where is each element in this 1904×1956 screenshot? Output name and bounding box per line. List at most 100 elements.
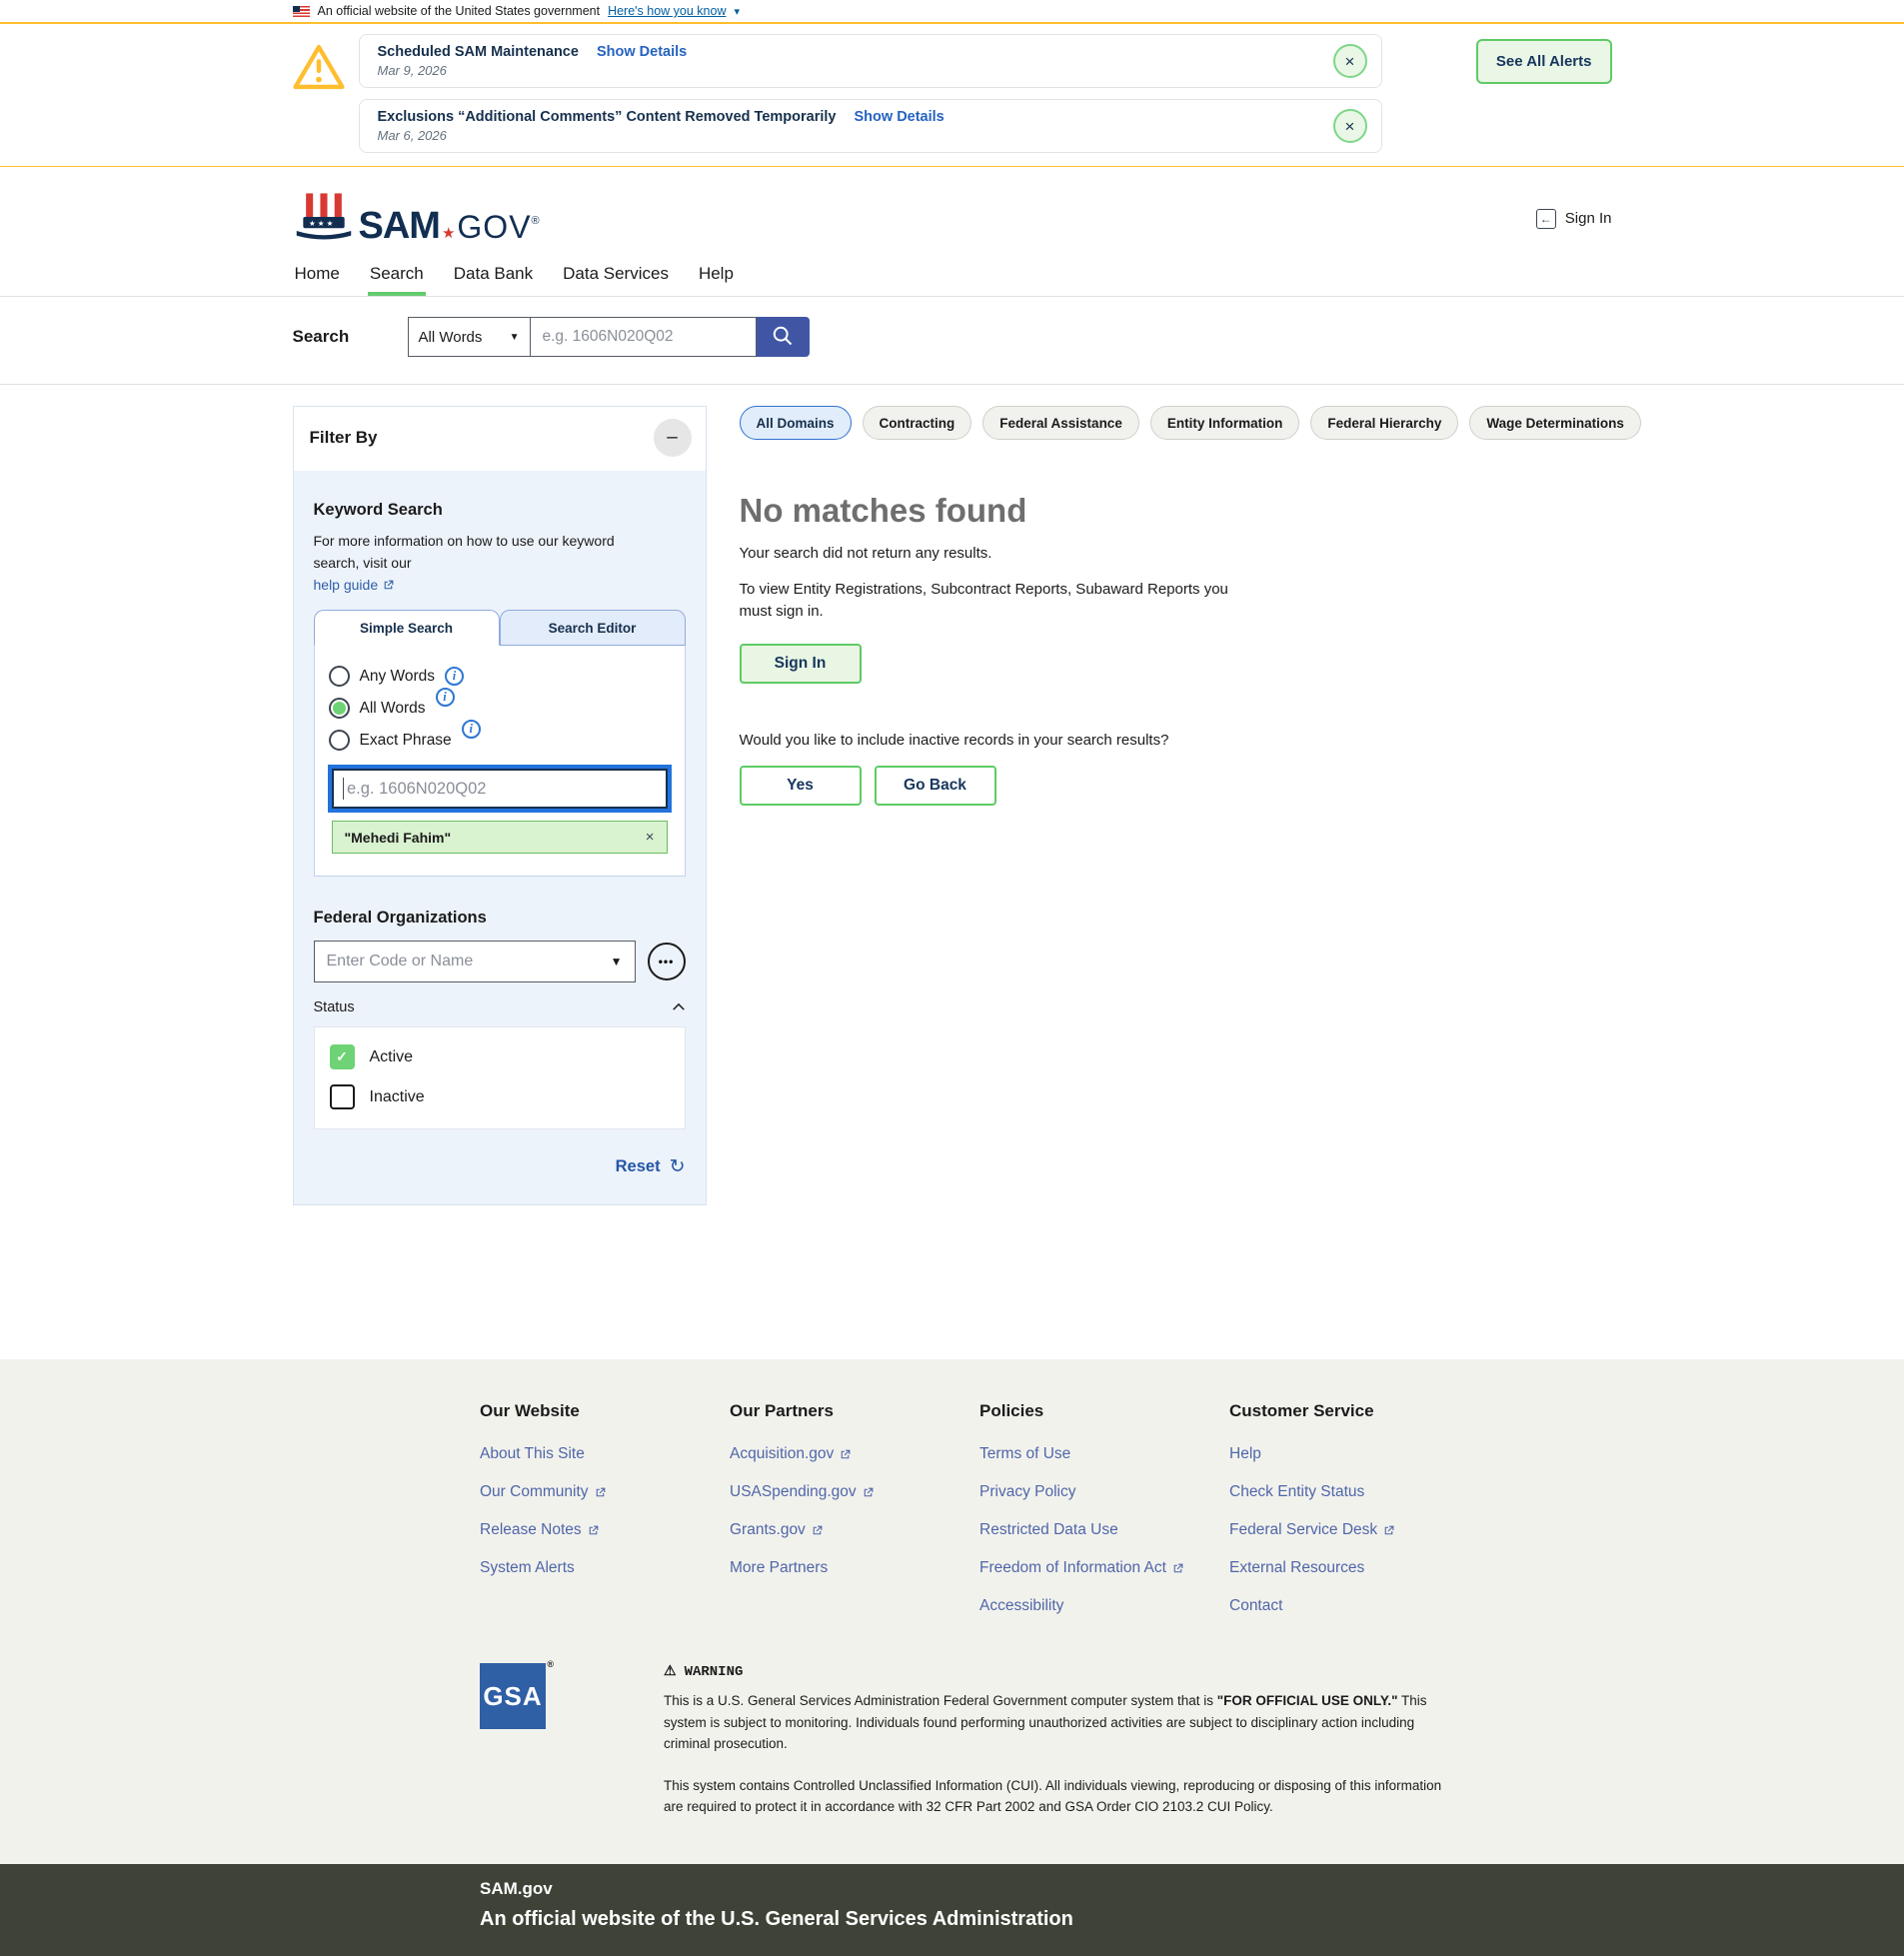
more-options-button[interactable]: ••• xyxy=(648,943,686,980)
go-back-button[interactable]: Go Back xyxy=(875,766,996,806)
radio-all-words[interactable] xyxy=(329,698,350,719)
site-footer: Our Website About This Site Our Communit… xyxy=(0,1359,1904,1956)
tab-simple-search[interactable]: Simple Search xyxy=(314,610,500,646)
alert-title: Exclusions “Additional Comments” Content… xyxy=(378,109,837,125)
chip-remove-icon[interactable]: × xyxy=(646,829,655,846)
chevron-up-icon xyxy=(672,999,686,1015)
domain-tab-federal-assistance[interactable]: Federal Assistance xyxy=(982,406,1139,440)
footer-link-external-resources[interactable]: External Resources xyxy=(1229,1559,1479,1577)
footer-link-grants-gov[interactable]: Grants.gov xyxy=(730,1521,979,1539)
alert-list: Scheduled SAM Maintenance Show Details M… xyxy=(359,34,1382,153)
alert-close-button[interactable]: × xyxy=(1333,109,1367,143)
domain-tab-entity-information[interactable]: Entity Information xyxy=(1150,406,1300,440)
collapse-filters-button[interactable]: – xyxy=(654,419,692,457)
help-guide-link[interactable]: help guide xyxy=(314,577,396,593)
main-nav: Home Search Data Bank Data Services Help xyxy=(0,260,1904,297)
info-icon[interactable]: i xyxy=(462,720,481,739)
footer-heading: Customer Service xyxy=(1229,1401,1479,1421)
alert-card: Scheduled SAM Maintenance Show Details M… xyxy=(359,34,1382,88)
footer-link-our-community[interactable]: Our Community xyxy=(480,1483,730,1501)
domain-tab-all-domains[interactable]: All Domains xyxy=(740,406,852,440)
show-details-link[interactable]: Show Details xyxy=(855,109,945,125)
results-area: All Domains Contracting Federal Assistan… xyxy=(740,406,1641,806)
keyword-chip-label: "Mehedi Fahim" xyxy=(345,830,452,846)
footer-link-system-alerts[interactable]: System Alerts xyxy=(480,1559,730,1577)
see-all-alerts-button[interactable]: See All Alerts xyxy=(1476,39,1612,84)
checkbox-inactive[interactable] xyxy=(330,1084,355,1109)
reset-filters-link[interactable]: Reset ↻ xyxy=(314,1155,686,1178)
chevron-down-icon: ▾ xyxy=(735,5,741,18)
tab-search-editor[interactable]: Search Editor xyxy=(500,610,686,646)
footer-link-federal-service-desk[interactable]: Federal Service Desk xyxy=(1229,1521,1479,1539)
logo-registered-mark: ® xyxy=(532,215,540,227)
sign-in-label: Sign In xyxy=(1565,210,1612,227)
show-details-link[interactable]: Show Details xyxy=(597,44,687,60)
nav-item-help[interactable]: Help xyxy=(697,260,736,296)
external-link-icon xyxy=(594,1486,607,1499)
footer-link-terms-of-use[interactable]: Terms of Use xyxy=(979,1445,1229,1463)
hat-stars: ★ ★ ★ xyxy=(308,219,333,228)
status-label: Status xyxy=(314,999,355,1015)
sign-in-button[interactable]: Sign In xyxy=(740,644,862,684)
alert-close-button[interactable]: × xyxy=(1333,44,1367,78)
footer-heading: Policies xyxy=(979,1401,1229,1421)
yes-button[interactable]: Yes xyxy=(740,766,862,806)
info-icon[interactable]: i xyxy=(445,667,464,686)
alert-title: Scheduled SAM Maintenance xyxy=(378,44,579,60)
footer-heading: Our Partners xyxy=(730,1401,979,1421)
domain-tab-federal-hierarchy[interactable]: Federal Hierarchy xyxy=(1310,406,1458,440)
footer-link-help[interactable]: Help xyxy=(1229,1445,1479,1463)
search-mode-select[interactable]: All Words ▼ xyxy=(408,317,531,357)
search-section: Search All Words ▼ xyxy=(0,297,1904,385)
nav-item-data-services[interactable]: Data Services xyxy=(561,260,671,296)
search-input[interactable] xyxy=(531,317,757,357)
footer-link-more-partners[interactable]: More Partners xyxy=(730,1559,979,1577)
domain-tab-wage-determinations[interactable]: Wage Determinations xyxy=(1469,406,1641,440)
no-matches-heading: No matches found xyxy=(740,492,1641,530)
keyword-input[interactable]: e.g. 1606N020Q02 xyxy=(332,769,668,809)
footer-column-policies: Policies Terms of Use Privacy Policy Res… xyxy=(979,1401,1229,1635)
us-flag-icon xyxy=(293,6,310,17)
federal-organizations-select[interactable]: Enter Code or Name ▼ xyxy=(314,941,636,982)
filter-panel-title: Filter By xyxy=(310,428,378,448)
footer-heading: Our Website xyxy=(480,1401,730,1421)
search-submit-button[interactable] xyxy=(757,317,810,357)
keyword-info-text: For more information on how to use our k… xyxy=(314,531,649,574)
footer-link-contact[interactable]: Contact xyxy=(1229,1597,1479,1615)
external-link-icon xyxy=(862,1486,875,1499)
footer-link-acquisition-gov[interactable]: Acquisition.gov xyxy=(730,1445,979,1463)
close-icon: × xyxy=(1345,53,1355,70)
radio-any-words[interactable] xyxy=(329,666,350,687)
nav-item-search[interactable]: Search xyxy=(368,260,426,296)
domain-tab-contracting[interactable]: Contracting xyxy=(863,406,972,440)
checkbox-active[interactable]: ✓ xyxy=(330,1044,355,1069)
footer-link-usaspending-gov[interactable]: USASpending.gov xyxy=(730,1483,979,1501)
nav-item-home[interactable]: Home xyxy=(293,260,342,296)
info-icon[interactable]: i xyxy=(436,688,455,707)
footer-link-restricted-data-use[interactable]: Restricted Data Use xyxy=(979,1521,1229,1539)
logo-gov-text: GOV xyxy=(457,209,531,246)
warning-icon: ⚠ xyxy=(664,1663,677,1680)
how-you-know-link[interactable]: Here's how you know xyxy=(608,4,726,18)
footer-link-privacy-policy[interactable]: Privacy Policy xyxy=(979,1483,1229,1501)
alerts-section: Scheduled SAM Maintenance Show Details M… xyxy=(0,24,1904,167)
footer-link-foia[interactable]: Freedom of Information Act xyxy=(979,1559,1229,1577)
footer-column-our-website: Our Website About This Site Our Communit… xyxy=(480,1401,730,1635)
warning-paragraph-1: This is a U.S. General Services Administ… xyxy=(664,1690,1458,1755)
footer-link-accessibility[interactable]: Accessibility xyxy=(979,1597,1229,1615)
status-section-toggle[interactable]: Status xyxy=(314,999,686,1015)
warning-paragraph-2: This system contains Controlled Unclassi… xyxy=(664,1775,1458,1818)
radio-all-words-label: All Words xyxy=(360,700,426,718)
footer-link-about-this-site[interactable]: About This Site xyxy=(480,1445,730,1463)
nav-item-data-bank[interactable]: Data Bank xyxy=(452,260,535,296)
sam-gov-logo[interactable]: ★ ★ ★ SAM ★ GOV ® xyxy=(293,189,540,248)
domain-tabs: All Domains Contracting Federal Assistan… xyxy=(740,406,1641,440)
sign-in-link[interactable]: ← Sign In xyxy=(1536,209,1612,229)
footer-site-tagline: An official website of the U.S. General … xyxy=(480,1908,1904,1931)
footer-link-release-notes[interactable]: Release Notes xyxy=(480,1521,730,1539)
footer-identity-bar: SAM.gov An official website of the U.S. … xyxy=(0,1864,1904,1956)
footer-link-check-entity-status[interactable]: Check Entity Status xyxy=(1229,1483,1479,1501)
ellipsis-icon: ••• xyxy=(659,955,675,969)
external-link-icon xyxy=(1382,1524,1395,1537)
radio-exact-phrase[interactable] xyxy=(329,730,350,751)
